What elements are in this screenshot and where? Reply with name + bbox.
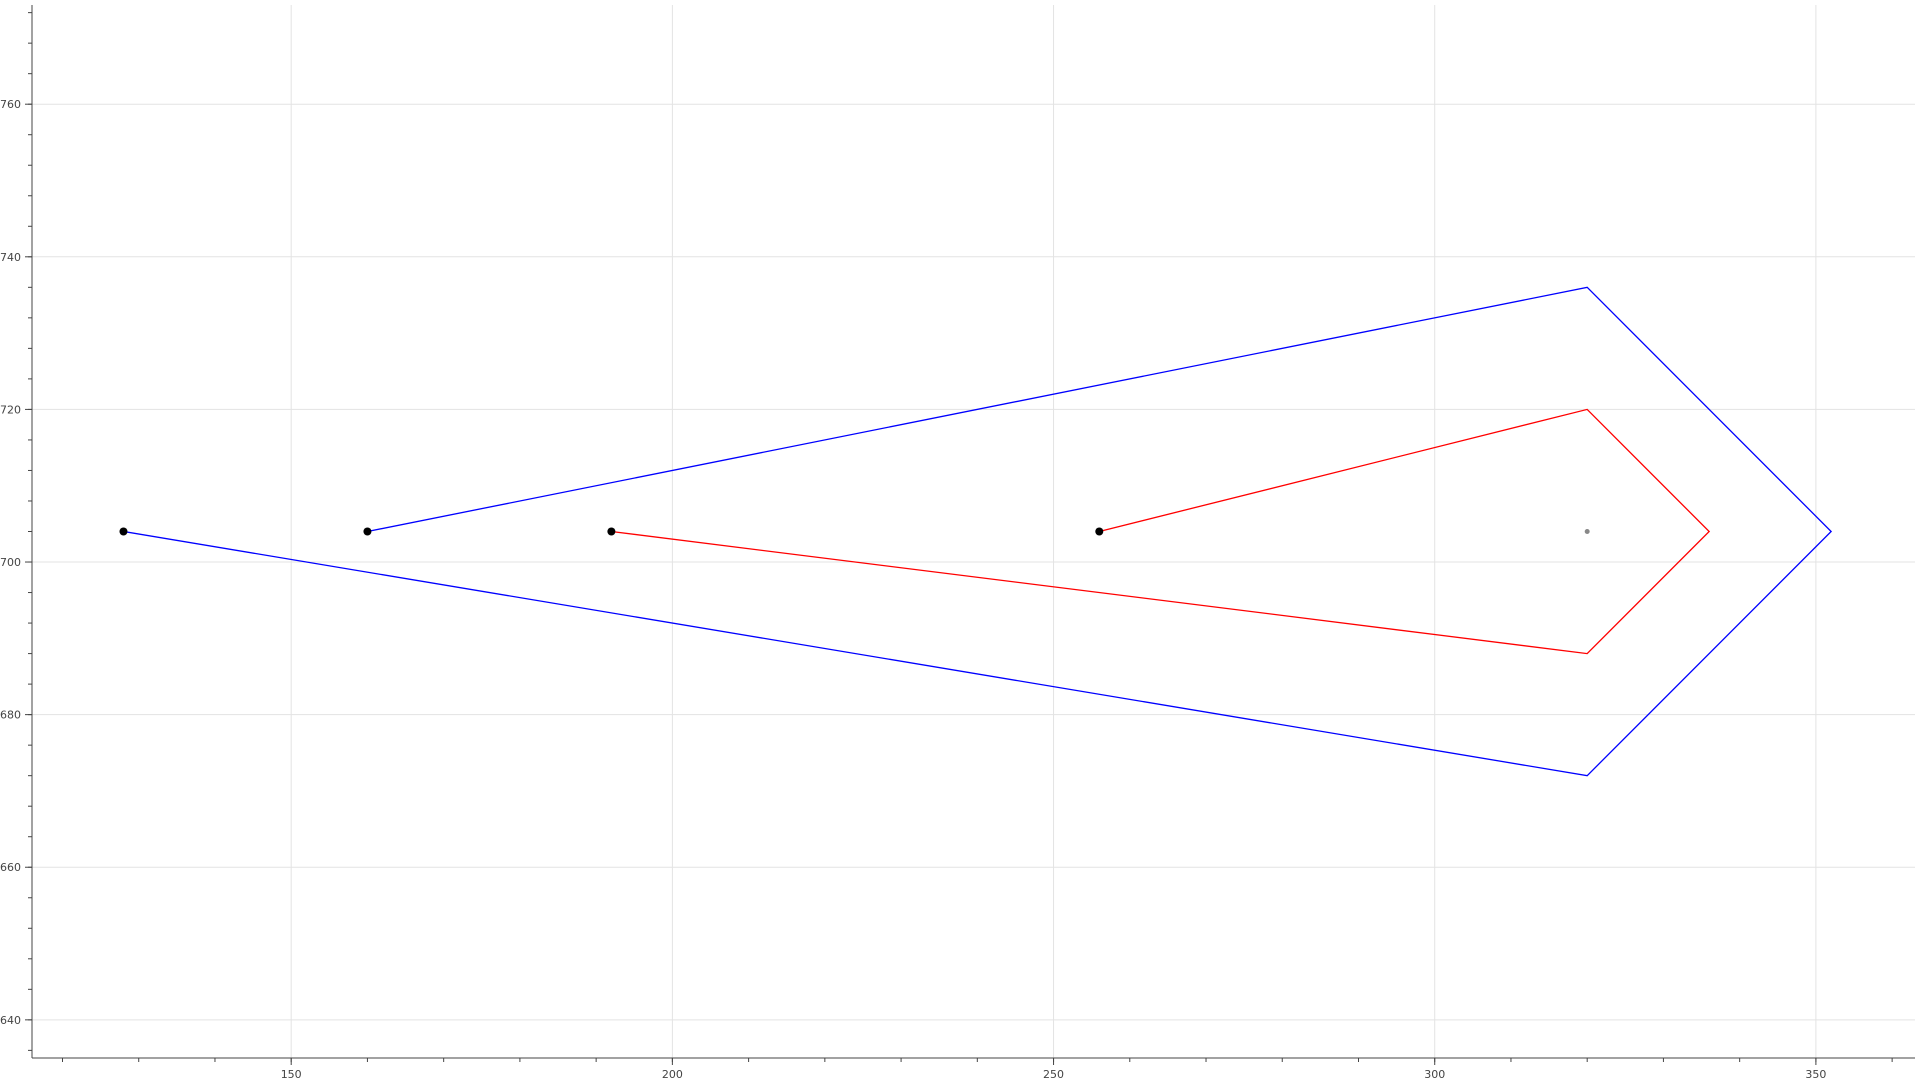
- y-tick-label-740: 740: [0, 251, 21, 264]
- y-tick-label-660: 660: [0, 861, 21, 874]
- series-line-0: [123, 286, 1833, 777]
- point-marker-3: [1095, 527, 1104, 536]
- chart-container: 150 200 250 300 350 640 660 680 700 720 740 760: [0, 0, 1920, 1081]
- axes: 150 200 250 300 350 640 660 680 700 720 740 760: [0, 5, 1915, 1081]
- point-marker-4: [1584, 529, 1590, 534]
- x-tick-label-350: 350: [1805, 1068, 1826, 1080]
- grid-lines: [32, 5, 1915, 1058]
- series-group: [123, 286, 1833, 777]
- x-tick-label-300: 300: [1424, 1068, 1445, 1080]
- y-tick-label-720: 720: [0, 403, 21, 416]
- point-marker-2: [607, 527, 616, 536]
- point-marker-0: [119, 527, 128, 536]
- y-tick-label-760: 760: [0, 98, 21, 111]
- x-tick-label-150: 150: [281, 1068, 302, 1080]
- y-tick-label-700: 700: [0, 556, 21, 569]
- series-line-1: [611, 408, 1711, 655]
- line-chart: 150 200 250 300 350 640 660 680 700 720 740 760: [0, 5, 1915, 1081]
- point-marker-1: [363, 527, 372, 536]
- markers-group: [119, 527, 1590, 536]
- y-tick-label-680: 680: [0, 709, 21, 722]
- y-tick-label-640: 640: [0, 1014, 21, 1027]
- x-tick-label-250: 250: [1043, 1068, 1064, 1080]
- x-tick-label-200: 200: [662, 1068, 683, 1080]
